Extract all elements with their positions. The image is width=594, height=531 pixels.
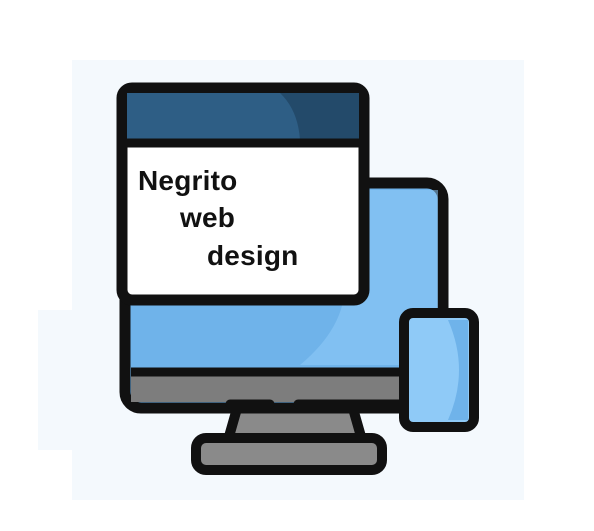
brand-text-line2: web [180, 202, 236, 233]
logo: Negrito web design [0, 0, 594, 531]
brand-text-line3: design [207, 240, 299, 271]
brand-text-line1: Negrito [138, 165, 238, 196]
smartphone-icon [399, 308, 479, 432]
